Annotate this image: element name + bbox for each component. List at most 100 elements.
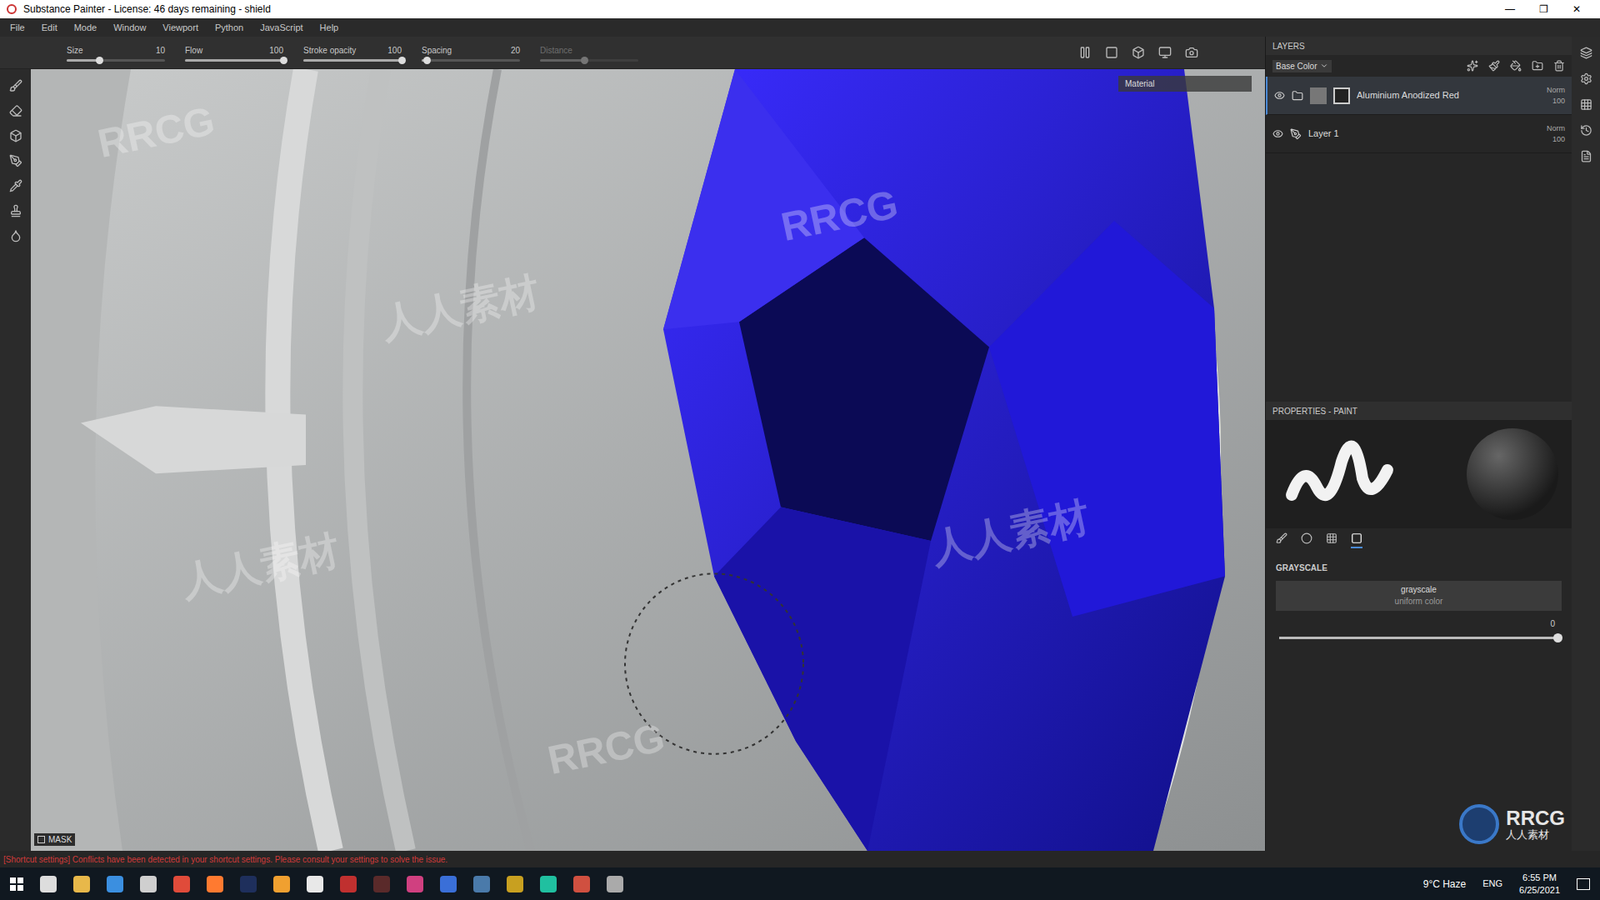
taskbar-app-icon[interactable] <box>273 875 290 893</box>
properties-tab[interactable] <box>1350 532 1363 549</box>
taskbar-app-icon[interactable] <box>40 875 57 893</box>
view-3d-icon[interactable] <box>1131 45 1145 60</box>
toolbar-param[interactable]: Size 10 <box>66 44 165 62</box>
grayscale-slider[interactable] <box>1279 636 1559 640</box>
taskbar-app-icon[interactable] <box>106 875 124 893</box>
param-label: Size <box>66 44 83 57</box>
layer-opacity[interactable]: 100 <box>1552 134 1565 145</box>
toolbar-param[interactable]: Distance <box>540 44 639 62</box>
window-control[interactable]: ❐ <box>1526 1 1560 17</box>
history-icon[interactable] <box>1580 124 1593 137</box>
menu-item[interactable]: Window <box>113 20 146 35</box>
toolbar-param[interactable]: Spacing20 <box>421 44 520 62</box>
tool-icon[interactable] <box>9 229 23 243</box>
layer-opacity[interactable]: 100 <box>1552 95 1565 107</box>
weather[interactable]: 9°C Haze <box>1423 876 1467 892</box>
paint-layer-icon <box>1290 128 1302 140</box>
menu-item[interactable]: Viewport <box>162 20 199 35</box>
taskbar-app-icon[interactable] <box>473 875 490 893</box>
clock[interactable]: 6:55 PM6/25/2021 <box>1519 871 1560 896</box>
taskbar-app-icon[interactable] <box>340 875 357 893</box>
mask-toggle[interactable]: MASK <box>34 833 75 846</box>
display-icon[interactable] <box>1158 45 1172 60</box>
properties-tab[interactable] <box>1275 532 1288 549</box>
param-value: 20 <box>510 44 520 57</box>
menu-item[interactable]: JavaScript <box>260 20 303 35</box>
taskbar-app-icon[interactable] <box>606 875 624 893</box>
param-slider[interactable] <box>421 59 520 62</box>
add-folder-icon[interactable] <box>1531 60 1544 72</box>
material-dropdown[interactable]: Material <box>1118 75 1252 92</box>
menu-item[interactable]: Edit <box>41 20 58 35</box>
taskbar-app-icon[interactable] <box>206 875 224 893</box>
taskbar-app-icon[interactable] <box>373 875 390 893</box>
taskbar-app-icon[interactable] <box>173 875 190 893</box>
app-icon <box>6 4 17 15</box>
delete-icon[interactable] <box>1553 60 1565 72</box>
taskbar-app-icon[interactable] <box>440 875 457 893</box>
watermark: RRCG <box>542 707 670 791</box>
param-slider[interactable] <box>303 59 402 62</box>
properties-tab[interactable] <box>1325 532 1338 549</box>
param-slider[interactable] <box>185 59 284 62</box>
camera-icon[interactable] <box>1185 45 1199 60</box>
tool-icon[interactable] <box>9 79 23 93</box>
log-icon[interactable] <box>1580 150 1593 163</box>
viewport[interactable]: RRCG人人素材RRCG人人素材RRCG人人素材MaterialMASK <box>30 69 1265 851</box>
language[interactable]: ENG <box>1482 876 1503 891</box>
pause-icon[interactable] <box>1078 45 1092 60</box>
add-paint-icon[interactable] <box>1488 60 1500 72</box>
watermark: RRCG <box>92 90 220 175</box>
toolbar-param[interactable]: Stroke opacity100 <box>303 44 402 62</box>
menu-item[interactable]: File <box>10 20 25 35</box>
taskbar-app-icon[interactable] <box>306 875 324 893</box>
add-fill-icon[interactable] <box>1510 60 1522 72</box>
layer-name: Layer 1 <box>1308 126 1540 141</box>
status-bar: [Shortcut settings] Conflicts have been … <box>0 850 1600 868</box>
menu-item[interactable]: Python <box>215 20 244 35</box>
shelf-icon[interactable] <box>1580 98 1593 111</box>
tool-icon[interactable] <box>9 129 23 143</box>
title-bar: Substance Painter - License: 46 days rem… <box>0 0 1600 19</box>
tool-icon[interactable] <box>9 154 23 168</box>
taskbar-app-icon[interactable] <box>406 875 424 893</box>
taskbar-app-icon[interactable] <box>506 875 524 893</box>
notification-icon[interactable] <box>1576 878 1590 890</box>
visibility-icon[interactable] <box>1274 90 1285 101</box>
tool-icon[interactable] <box>9 179 23 193</box>
grayscale-button[interactable]: grayscaleuniform color <box>1275 580 1562 611</box>
taskbar-app-icon[interactable] <box>573 875 590 893</box>
slider-reading: 0 <box>1550 617 1562 630</box>
layer-blend[interactable]: Norm <box>1546 85 1565 96</box>
param-slider[interactable] <box>540 59 639 62</box>
layer-name: Aluminium Anodized Red <box>1356 88 1540 103</box>
brush-stroke-icon <box>1279 428 1405 520</box>
param-slider[interactable] <box>66 59 165 62</box>
tool-icon[interactable] <box>9 204 23 218</box>
settings-icon[interactable] <box>1580 72 1593 85</box>
taskbar: 9°C Haze ENG 6:55 PM6/25/2021 <box>0 867 1600 900</box>
view-single-icon[interactable] <box>1105 45 1119 60</box>
window-control[interactable]: — <box>1493 1 1527 17</box>
tool-icon[interactable] <box>9 104 23 118</box>
effect-icon[interactable] <box>1466 60 1479 72</box>
visibility-icon[interactable] <box>1272 128 1284 140</box>
menu-item[interactable]: Mode <box>74 20 98 35</box>
taskbar-app-icon[interactable] <box>540 875 557 893</box>
side-icon-column <box>1571 36 1600 851</box>
taskbar-app-icon[interactable] <box>240 875 257 893</box>
layer-blend[interactable]: Norm <box>1546 123 1565 135</box>
menu-item[interactable]: Help <box>320 20 340 35</box>
windows-start-icon[interactable] <box>10 877 24 891</box>
taskbar-app-icon[interactable] <box>140 875 157 893</box>
toolbar-param[interactable]: Flow100 <box>185 44 284 62</box>
window-control[interactable]: ✕ <box>1560 1 1594 17</box>
taskbar-app-icon[interactable] <box>73 875 90 893</box>
properties-tab[interactable] <box>1300 532 1313 549</box>
layer-row[interactable]: Layer 1 Norm100 <box>1265 115 1572 154</box>
layer-row[interactable]: Aluminium Anodized Red Norm100 <box>1265 76 1572 115</box>
layers-icon[interactable] <box>1580 46 1593 60</box>
app: Substance Painter - License: 46 days rem… <box>0 0 1600 900</box>
param-value: 10 <box>155 44 165 57</box>
channel-dropdown[interactable]: Base Color <box>1272 60 1332 73</box>
